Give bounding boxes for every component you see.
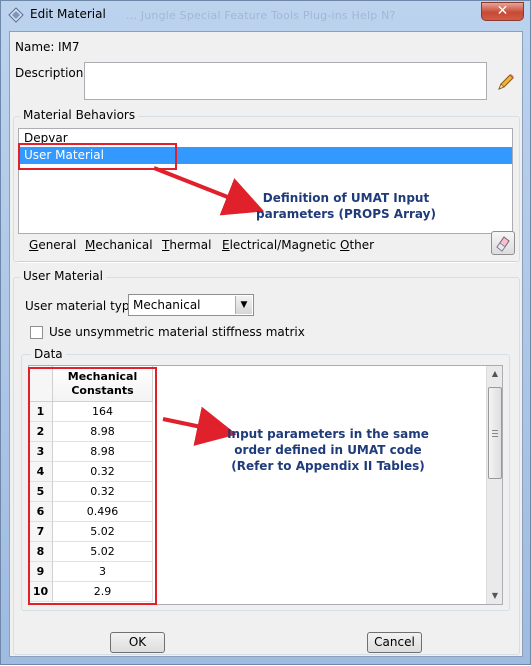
annotation-arrows [153, 166, 265, 446]
annotation-definition-note: Definition of UMAT Input parameters (PRO… [256, 191, 436, 221]
annotation-input-note: Input parameters in the same order defin… [227, 427, 429, 473]
arrow-to-input-note [162, 406, 237, 446]
edit-material-window: Edit Material ... Jungle Special Feature… [0, 0, 531, 665]
arrow-to-definition-note [153, 166, 265, 216]
